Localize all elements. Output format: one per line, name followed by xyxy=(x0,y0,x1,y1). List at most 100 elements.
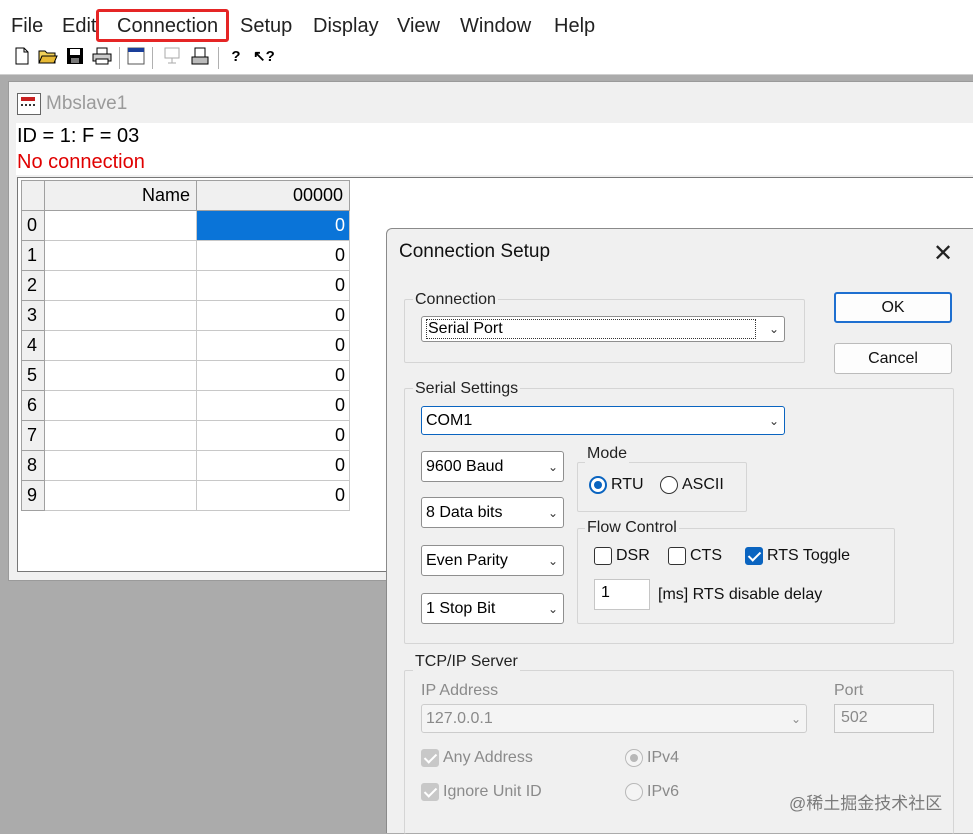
connection-highlight-box xyxy=(96,9,229,42)
row-header[interactable]: 7 xyxy=(21,420,45,451)
context-help-icon[interactable]: ↖? xyxy=(253,47,275,67)
table-row[interactable]: 80 xyxy=(21,450,350,481)
window-icon[interactable] xyxy=(126,47,146,67)
register-value-cell[interactable]: 0 xyxy=(196,270,350,301)
ipv4-radio[interactable] xyxy=(625,749,643,767)
ignore-unit-id-label[interactable]: Ignore Unit ID xyxy=(443,783,542,801)
register-value-cell[interactable]: 0 xyxy=(196,240,350,271)
row-header[interactable]: 3 xyxy=(21,300,45,331)
name-cell[interactable] xyxy=(44,210,197,241)
table-row[interactable]: 60 xyxy=(21,390,350,421)
register-value-cell[interactable]: 0 xyxy=(196,300,350,331)
status-panel: ID = 1: F = 03 No connection xyxy=(16,123,973,175)
table-row[interactable]: 00 xyxy=(21,210,350,241)
port-value: 502 xyxy=(841,709,868,726)
menu-setup[interactable]: Setup xyxy=(240,15,292,38)
menu-file[interactable]: File xyxy=(11,15,43,38)
name-cell[interactable] xyxy=(44,390,197,421)
row-header[interactable]: 4 xyxy=(21,330,45,361)
chevron-down-icon: ⌄ xyxy=(768,322,779,336)
rts-toggle-label[interactable]: RTS Toggle xyxy=(767,547,850,565)
slave-id-function: ID = 1: F = 03 xyxy=(17,125,140,147)
table-row[interactable]: 40 xyxy=(21,330,350,361)
row-header[interactable]: 2 xyxy=(21,270,45,301)
ipv6-radio[interactable] xyxy=(625,783,643,801)
mode-rtu-label[interactable]: RTU xyxy=(611,476,644,494)
mode-rtu-radio[interactable] xyxy=(589,476,607,494)
column-header-name[interactable]: Name xyxy=(44,180,197,211)
rts-delay-input[interactable]: 1 xyxy=(594,579,650,610)
toolbar-separator xyxy=(152,47,153,69)
printer-doc-icon[interactable] xyxy=(190,47,210,67)
row-header[interactable]: 0 xyxy=(21,210,45,241)
save-icon[interactable] xyxy=(65,47,85,67)
data-bits-select[interactable]: 8 Data bits ⌄ xyxy=(421,497,564,528)
ok-button[interactable]: OK xyxy=(834,292,952,323)
table-row[interactable]: 30 xyxy=(21,300,350,331)
flow-cts-label[interactable]: CTS xyxy=(690,547,722,565)
register-value-cell[interactable]: 0 xyxy=(196,420,350,451)
any-address-label[interactable]: Any Address xyxy=(443,749,533,767)
row-header[interactable]: 5 xyxy=(21,360,45,391)
register-value-cell[interactable]: 0 xyxy=(196,450,350,481)
connection-type-select[interactable]: Serial Port ⌄ xyxy=(421,316,785,342)
row-header[interactable]: 9 xyxy=(21,480,45,511)
ignore-unit-id-checkbox[interactable] xyxy=(421,783,439,801)
chevron-down-icon: ⌄ xyxy=(547,505,558,520)
menu-edit[interactable]: Edit xyxy=(62,15,96,38)
rts-delay-value: 1 xyxy=(601,584,610,601)
new-document-icon[interactable] xyxy=(12,47,32,67)
row-header[interactable]: 1 xyxy=(21,240,45,271)
name-cell[interactable] xyxy=(44,300,197,331)
table-row[interactable]: 20 xyxy=(21,270,350,301)
parity-select[interactable]: Even Parity ⌄ xyxy=(421,545,564,576)
parity-value: Even Parity xyxy=(426,551,508,569)
flow-cts-checkbox[interactable] xyxy=(668,547,686,565)
rts-delay-label: [ms] RTS disable delay xyxy=(658,586,823,603)
cancel-button[interactable]: Cancel xyxy=(834,343,952,374)
menu-help[interactable]: Help xyxy=(554,15,595,38)
name-cell[interactable] xyxy=(44,450,197,481)
ip-address-select[interactable]: 127.0.0.1 ⌄ xyxy=(421,704,807,733)
close-icon[interactable]: ✕ xyxy=(933,239,953,268)
menu-view[interactable]: View xyxy=(397,15,440,38)
mbslave-app-icon xyxy=(17,93,41,115)
stop-bits-select[interactable]: 1 Stop Bit ⌄ xyxy=(421,593,564,624)
baud-rate-select[interactable]: 9600 Baud ⌄ xyxy=(421,451,564,482)
rts-toggle-checkbox[interactable] xyxy=(745,547,763,565)
name-cell[interactable] xyxy=(44,420,197,451)
any-address-checkbox[interactable] xyxy=(421,749,439,767)
register-value-cell[interactable]: 0 xyxy=(196,330,350,361)
menu-display[interactable]: Display xyxy=(313,15,379,38)
grid-corner xyxy=(21,180,45,211)
table-row[interactable]: 70 xyxy=(21,420,350,451)
name-cell[interactable] xyxy=(44,240,197,271)
register-value-cell[interactable]: 0 xyxy=(196,390,350,421)
help-icon[interactable]: ? xyxy=(226,47,246,67)
port-input[interactable]: 502 xyxy=(834,704,934,733)
table-row[interactable]: 10 xyxy=(21,240,350,271)
open-folder-icon[interactable] xyxy=(38,47,58,67)
row-header[interactable]: 6 xyxy=(21,390,45,421)
name-cell[interactable] xyxy=(44,360,197,391)
print-icon[interactable] xyxy=(92,47,112,67)
column-header-address[interactable]: 00000 xyxy=(196,180,350,211)
table-row[interactable]: 90 xyxy=(21,480,350,511)
menu-window[interactable]: Window xyxy=(460,15,531,38)
mode-ascii-label[interactable]: ASCII xyxy=(682,476,724,494)
register-value-cell[interactable]: 0 xyxy=(196,480,350,511)
flow-dsr-label[interactable]: DSR xyxy=(616,547,650,565)
mode-ascii-radio[interactable] xyxy=(660,476,678,494)
register-value-cell[interactable]: 0 xyxy=(196,210,350,241)
name-cell[interactable] xyxy=(44,270,197,301)
name-cell[interactable] xyxy=(44,330,197,361)
flow-dsr-checkbox[interactable] xyxy=(594,547,612,565)
name-cell[interactable] xyxy=(44,480,197,511)
com-port-select[interactable]: COM1 ⌄ xyxy=(421,406,785,435)
row-header[interactable]: 8 xyxy=(21,450,45,481)
menu-bar: File Edit Connection Setup Display View … xyxy=(0,0,973,45)
table-row[interactable]: 50 xyxy=(21,360,350,391)
ipv4-label[interactable]: IPv4 xyxy=(647,749,679,767)
ipv6-label[interactable]: IPv6 xyxy=(647,783,679,801)
register-value-cell[interactable]: 0 xyxy=(196,360,350,391)
